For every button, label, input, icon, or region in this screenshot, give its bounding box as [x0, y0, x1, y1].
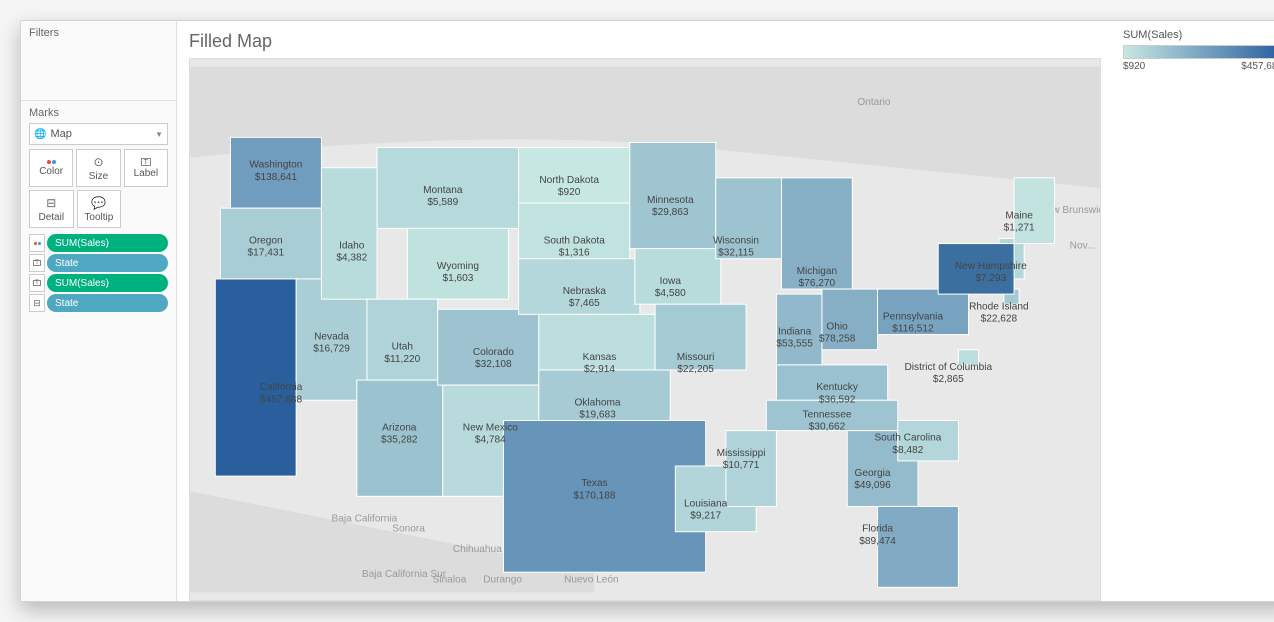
state-pennsylvania[interactable] [878, 289, 969, 335]
state-washington[interactable] [230, 137, 321, 208]
state-oregon[interactable] [220, 208, 321, 279]
state-district-of-columbia[interactable] [958, 350, 978, 365]
state-mississippi[interactable] [726, 431, 777, 507]
us-map-svg: Ontario New Brunswick Nov... United Stat… [190, 59, 1100, 600]
app-window: Filters Marks 🌐 Map ▼ Color ⊙ Size T [20, 20, 1274, 602]
globe-icon: 🌐 [34, 129, 46, 140]
color-icon [47, 160, 56, 164]
mark-type-dropdown[interactable]: 🌐 Map ▼ [29, 123, 168, 145]
mark-type-label: Map [50, 128, 71, 140]
main-view: Filled Map Ontario New Brunswick Nov... … [177, 21, 1113, 601]
state-north-dakota[interactable] [519, 148, 630, 204]
state-south-carolina[interactable] [898, 421, 959, 461]
state-kansas[interactable] [539, 314, 655, 370]
state-wyoming[interactable] [407, 228, 508, 299]
state-michigan[interactable] [782, 178, 853, 289]
tooltip-shelf[interactable]: 💬 Tooltip [77, 190, 122, 228]
state-minnesota[interactable] [630, 142, 716, 248]
legend-panel: SUM(Sales) $920 $457,688 [1113, 21, 1274, 601]
pill-sum-sales-label[interactable]: SUM(Sales) [47, 274, 168, 292]
pill-state-detail[interactable]: State [47, 294, 168, 312]
pill-state-label[interactable]: State [47, 254, 168, 272]
legend-range: $920 $457,688 [1123, 61, 1274, 72]
state-south-dakota[interactable] [519, 203, 630, 259]
filters-title: Filters [29, 27, 168, 39]
size-icon: ⊙ [93, 155, 103, 169]
label-shelf-label: Label [134, 168, 158, 179]
state-florida[interactable] [878, 506, 959, 587]
state-idaho[interactable] [321, 168, 377, 299]
state-indiana[interactable] [776, 294, 822, 365]
color-shelf-label: Color [39, 166, 63, 177]
pill-sum-sales-color[interactable]: SUM(Sales) [47, 234, 168, 252]
legend-gradient[interactable] [1123, 45, 1274, 59]
pill-detail-icon[interactable]: ⊟ [29, 294, 45, 312]
marks-panel: Marks 🌐 Map ▼ Color ⊙ Size T Label [21, 101, 176, 318]
state-colorado[interactable] [438, 309, 539, 385]
state-tennessee[interactable] [766, 400, 897, 430]
state-montana[interactable] [377, 148, 519, 229]
state-iowa[interactable] [635, 249, 721, 305]
state-california[interactable] [215, 279, 296, 476]
detail-shelf[interactable]: ⊟ Detail [29, 190, 74, 228]
sidebar: Filters Marks 🌐 Map ▼ Color ⊙ Size T [21, 21, 177, 601]
label-shelf[interactable]: T Label [124, 149, 168, 187]
size-shelf[interactable]: ⊙ Size [76, 149, 120, 187]
tooltip-icon: 💬 [91, 196, 106, 210]
tooltip-shelf-label: Tooltip [84, 212, 113, 223]
pill-row: T State [29, 254, 168, 272]
state-nebraska[interactable] [519, 259, 640, 315]
state-arizona[interactable] [357, 380, 443, 496]
chevron-down-icon: ▼ [155, 130, 163, 139]
state-missouri[interactable] [655, 304, 746, 370]
pill-label-icon[interactable]: T [29, 254, 45, 272]
legend-title: SUM(Sales) [1123, 29, 1274, 41]
state-new-york[interactable] [938, 244, 1014, 295]
marks-shelf-row1: Color ⊙ Size T Label [29, 149, 168, 187]
color-shelf[interactable]: Color [29, 149, 73, 187]
state-utah[interactable] [367, 299, 438, 380]
marks-title: Marks [29, 107, 168, 119]
state-kentucky[interactable] [776, 365, 887, 400]
filters-panel: Filters [21, 21, 176, 101]
pill-color-icon[interactable] [29, 234, 45, 252]
pill-label-icon[interactable]: T [29, 274, 45, 292]
marks-shelf-row2: ⊟ Detail 💬 Tooltip [29, 190, 121, 228]
state-wisconsin[interactable] [716, 178, 782, 259]
detail-shelf-label: Detail [39, 212, 65, 223]
pill-row: T SUM(Sales) [29, 274, 168, 292]
legend-min: $920 [1123, 61, 1145, 72]
pill-row: ⊟ State [29, 294, 168, 312]
pill-row: SUM(Sales) [29, 234, 168, 252]
state-maine[interactable] [1014, 178, 1054, 244]
state-ohio[interactable] [822, 289, 878, 350]
marks-pills: SUM(Sales) T State T SUM(Sales) ⊟ State [29, 234, 168, 312]
state-oklahoma[interactable] [539, 370, 670, 421]
detail-icon: ⊟ [46, 196, 56, 210]
legend-max: $457,688 [1241, 61, 1274, 72]
map-canvas[interactable]: Ontario New Brunswick Nov... United Stat… [189, 58, 1101, 601]
size-shelf-label: Size [89, 171, 108, 182]
label-icon: T [141, 158, 151, 166]
chart-title: Filled Map [189, 31, 1101, 52]
